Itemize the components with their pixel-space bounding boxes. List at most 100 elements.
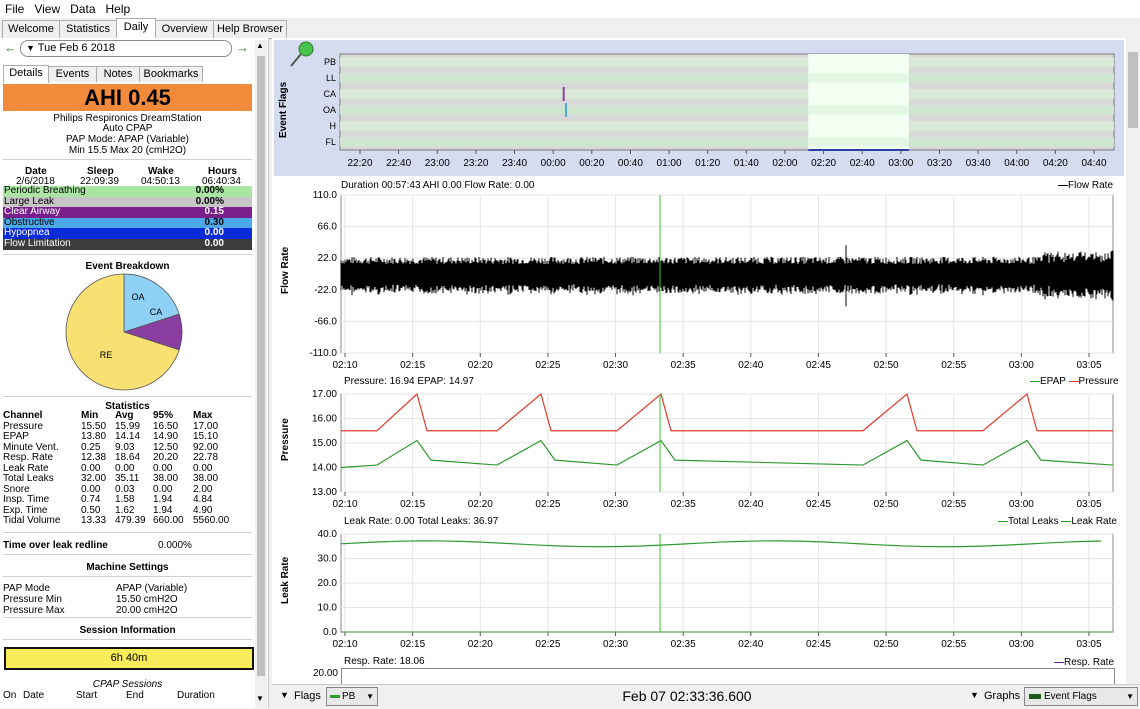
stats-cell: 12.38 xyxy=(81,452,107,463)
legend-swatch-flow xyxy=(1058,184,1068,186)
x-tick-label: 02:15 xyxy=(400,360,425,371)
next-day-arrow-icon[interactable]: → xyxy=(236,40,249,55)
stats-cell: 35.11 xyxy=(115,473,140,484)
machine-settings-title: Machine Settings xyxy=(86,562,169,573)
graph-scrollbar-thumb[interactable] xyxy=(1128,52,1138,128)
stats-cell: EPAP xyxy=(3,431,29,442)
flags-x-tick-label: 02:20 xyxy=(811,158,836,169)
sessions-col-end: End xyxy=(126,690,144,701)
flow-rate-chart[interactable]: 110.0 66.0 22.0 -22.0 -66.0 -110.002:10 02:15 0… xyxy=(296,190,1120,372)
session-summary: Date Sleep Wake Hours 2/6/2018 22:09:39 … xyxy=(3,166,252,187)
machine-type: Auto CPAP xyxy=(102,123,153,134)
divider xyxy=(3,617,252,618)
event-flags-chart[interactable]: PB LL CA OA H FL 22:20 22:40 23:00 23:20 23:40 00:0… xyxy=(300,48,1120,178)
flags-x-tick-label: 04:40 xyxy=(1081,158,1106,169)
session-info-title: Session Information xyxy=(79,625,176,636)
tab-welcome[interactable]: Welcome xyxy=(2,20,60,38)
graphs-toggle-icon[interactable]: ▼ xyxy=(970,690,979,700)
flags-row-band xyxy=(340,105,1114,115)
pie-label-re: RE xyxy=(100,350,113,360)
stats-cell: 15.10 xyxy=(193,431,219,442)
x-tick-label: 02:55 xyxy=(941,360,966,371)
stats-cell: 18.64 xyxy=(115,452,141,463)
menu-help[interactable]: Help xyxy=(101,0,136,16)
leak-ytick: 40.0 xyxy=(318,529,338,540)
flags-select[interactable]: PB ▼ xyxy=(326,687,378,706)
event-flags-ylabel: Event Flags xyxy=(278,81,289,139)
flags-x-tick-label: 01:20 xyxy=(695,158,720,169)
scrollbar-thumb[interactable] xyxy=(257,56,265,676)
x-tick-label: 02:50 xyxy=(874,499,899,510)
menu-file[interactable]: File xyxy=(0,0,29,16)
flow-ytick: -66.0 xyxy=(314,316,337,327)
x-tick-label: 02:40 xyxy=(738,360,763,371)
x-tick-label: 02:30 xyxy=(603,499,628,510)
x-tick-label: 02:20 xyxy=(468,499,493,510)
x-tick-label: 02:25 xyxy=(535,499,560,510)
tab-daily[interactable]: Daily xyxy=(116,18,156,39)
previous-day-arrow-icon[interactable]: ← xyxy=(4,40,17,55)
event-rate-label: Periodic Breathing xyxy=(4,185,86,196)
x-tick-label: 02:45 xyxy=(806,360,831,371)
graph-scrollbar[interactable] xyxy=(1126,38,1140,684)
x-tick-label: 02:15 xyxy=(400,639,425,650)
divider xyxy=(3,532,252,533)
pressure-chart[interactable]: 17.00 16.00 15.00 14.00 13.0002:10 02:15 02:20… xyxy=(296,386,1120,512)
sessions-col-start: Start xyxy=(76,690,98,701)
graphs-label[interactable]: Graphs xyxy=(984,690,1020,702)
flags-toggle-icon[interactable]: ▼ xyxy=(280,690,289,700)
flags-x-tick-label: 23:00 xyxy=(425,158,450,169)
flow-ytick: 110.0 xyxy=(313,190,338,201)
stats-cell: 20.20 xyxy=(153,452,179,463)
scroll-down-icon[interactable]: ▼ xyxy=(256,694,264,703)
graphs-select[interactable]: Event Flags ▼ xyxy=(1024,687,1138,706)
date-picker[interactable]: ▼ Tue Feb 6 2018 xyxy=(20,40,232,57)
divider xyxy=(3,554,252,555)
divider xyxy=(3,639,252,640)
tab-details[interactable]: Details xyxy=(3,65,49,83)
tab-events[interactable]: Events xyxy=(48,66,97,82)
flags-x-tick-label: 02:00 xyxy=(772,158,797,169)
flags-row-label: FL xyxy=(325,137,336,147)
cpap-sessions-label: CPAP Sessions xyxy=(92,679,163,690)
tab-bookmarks[interactable]: Bookmarks xyxy=(139,66,203,82)
scroll-up-icon[interactable]: ▲ xyxy=(256,41,264,50)
tab-notes[interactable]: Notes xyxy=(96,66,140,82)
session-duration-bar[interactable]: 6h 40m xyxy=(4,647,254,670)
stats-cell: 5560.00 xyxy=(193,515,230,526)
stats-header: Avg xyxy=(115,410,134,421)
cursor-timestamp: Feb 07 02:33:36.600 xyxy=(622,688,752,704)
flow-ytick: 22.0 xyxy=(318,253,338,264)
flags-select-swatch xyxy=(330,694,340,698)
tab-overview[interactable]: Overview xyxy=(155,20,214,38)
flags-label[interactable]: Flags xyxy=(294,690,321,702)
leak-ytick: 0.0 xyxy=(323,627,337,638)
x-tick-label: 03:05 xyxy=(1076,639,1101,650)
leak-ytick: 10.0 xyxy=(318,603,338,614)
tab-statistics[interactable]: Statistics xyxy=(59,20,117,38)
statistics-table: Channel Min Avg 95% Max Pressure 15.50 15.99 16… xyxy=(3,410,233,527)
resp-rate-chart[interactable] xyxy=(341,668,1115,685)
menu-data[interactable]: Data xyxy=(65,0,100,16)
leak-rate-chart[interactable]: 40.0 30.0 20.0 10.0 0.002:10 02:15 02:20 02:25 0… xyxy=(296,526,1120,652)
x-tick-label: 02:10 xyxy=(332,360,357,371)
stats-cell: 1.58 xyxy=(115,494,135,505)
stats-cell: 1.94 xyxy=(153,494,173,505)
flags-window-band xyxy=(808,73,909,83)
detail-tab-bar: Details Events Notes Bookmarks xyxy=(0,65,268,83)
resp-legend-label: Resp. Rate xyxy=(1064,657,1115,668)
flags-x-tick-label: 03:40 xyxy=(966,158,991,169)
x-tick-label: 02:30 xyxy=(603,639,628,650)
x-tick-label: 02:45 xyxy=(806,499,831,510)
flags-x-tick-label: 03:00 xyxy=(888,158,913,169)
flags-x-tick-label: 01:00 xyxy=(657,158,682,169)
menu-view[interactable]: View xyxy=(29,0,65,16)
flags-x-tick-label: 23:20 xyxy=(463,158,488,169)
stats-cell: Resp. Rate xyxy=(3,452,54,463)
stats-header: 95% xyxy=(153,410,174,421)
x-tick-label: 02:25 xyxy=(535,639,560,650)
leak-redline-label: Time over leak redline xyxy=(3,540,108,551)
tab-help-browser[interactable]: Help Browser xyxy=(213,20,287,38)
stats-cell: 14.90 xyxy=(153,431,179,442)
event-rate-row: Flow Limitation 0.00 xyxy=(3,238,252,250)
